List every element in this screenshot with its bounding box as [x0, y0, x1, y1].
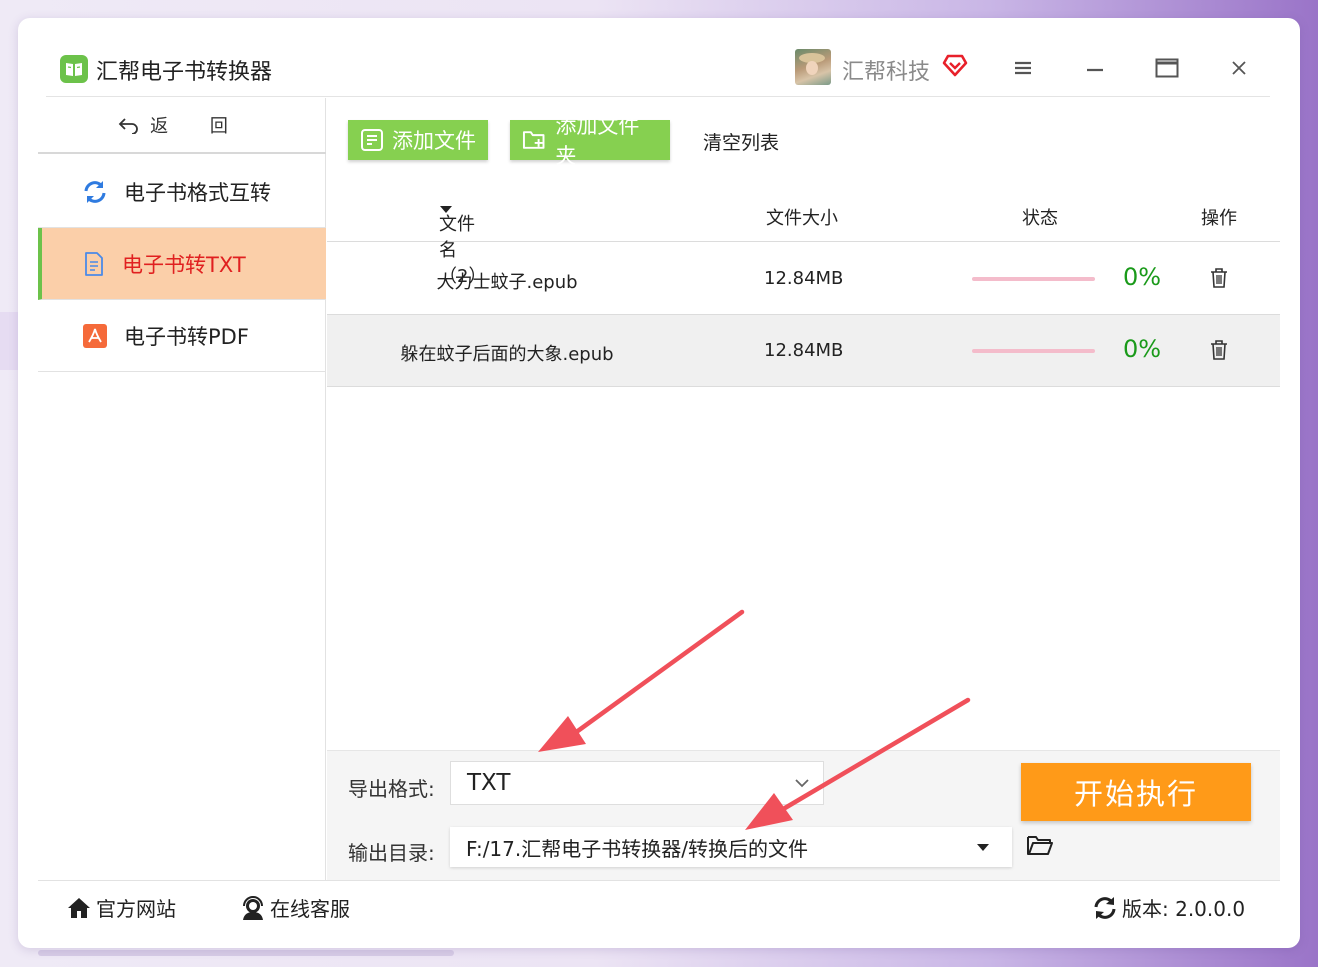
folder-open-icon [1027, 836, 1053, 855]
back-button[interactable]: 返 回 [38, 98, 326, 154]
vip-diamond-icon[interactable] [942, 52, 968, 82]
file-size: 12.84MB [764, 268, 844, 289]
table-row[interactable]: 躲在蚊子后面的大象.epub 12.84MB 0% [327, 315, 1280, 387]
version-label: 版本: 2.0.0.0 [1122, 897, 1246, 921]
website-label: 官方网站 [96, 897, 176, 921]
file-name: 大力士蚊子.epub [436, 272, 578, 293]
column-filename[interactable]: 文件名（2） [439, 204, 486, 287]
sidebar-item-label: 电子书转TXT [122, 252, 246, 277]
file-table-header: 文件名（2） 文件大小 状态 操作 [327, 198, 1280, 287]
trash-icon [1211, 268, 1227, 288]
column-status: 状态 [1022, 208, 1058, 229]
sidebar: 返 回 电子书格式互转 电子书转TXT 电子书转PDF [38, 98, 326, 880]
company-name[interactable]: 汇帮科技 [842, 54, 930, 86]
file-name: 躲在蚊子后面的大象.epub [400, 344, 614, 365]
progress-bar [972, 349, 1095, 353]
clear-list-button[interactable]: 清空列表 [703, 128, 779, 155]
official-website-link[interactable]: 官方网站 [66, 893, 176, 922]
app-window: 汇帮电子书转换器 汇帮科技 返 回 电子书格式互转 电子书转TXT 电子书转PD… [18, 18, 1300, 948]
sidebar-item-format-convert[interactable]: 电子书格式互转 [38, 156, 326, 228]
sidebar-item-to-txt[interactable]: 电子书转TXT [38, 228, 326, 300]
sidebar-item-to-pdf[interactable]: 电子书转PDF [38, 300, 326, 372]
app-title: 汇帮电子书转换器 [96, 60, 273, 85]
export-settings-panel: 导出格式: TXT 输出目录: F:/17.汇帮电子书转换器/转换后的文件 开始… [327, 750, 1280, 880]
home-icon [68, 897, 90, 918]
progress-percent: 0% [1123, 335, 1162, 363]
output-dir-value: F:/17.汇帮电子书转换器/转换后的文件 [466, 836, 808, 861]
refresh-icon [84, 180, 106, 203]
sidebar-item-label: 电子书格式互转 [124, 180, 271, 205]
user-avatar[interactable] [795, 49, 831, 85]
minimize-icon [1087, 68, 1103, 72]
title-divider [46, 96, 1270, 97]
back-arrow-icon [118, 118, 138, 134]
add-file-button[interactable]: 添加文件 [348, 120, 488, 160]
close-icon [1232, 61, 1246, 75]
start-button[interactable]: 开始执行 [1021, 763, 1251, 821]
headset-icon [243, 895, 263, 920]
maximize-button[interactable] [1152, 54, 1182, 82]
file-size: 12.84MB [764, 340, 844, 361]
refresh-icon [1094, 896, 1116, 919]
hamburger-icon [1015, 61, 1031, 75]
back-label: 返 回 [150, 116, 246, 137]
export-format-value: TXT [467, 770, 511, 796]
dropdown-caret-icon [977, 844, 989, 851]
main-panel: 添加文件 添加文件夹 清空列表 文件名（2） 文件大小 状态 操作 大力士蚊子.… [327, 98, 1280, 880]
table-row[interactable]: 大力士蚊子.epub 12.84MB 0% [327, 243, 1280, 315]
document-icon [85, 251, 103, 276]
app-logo-icon [60, 55, 88, 83]
chevron-down-icon [795, 779, 809, 788]
add-folder-label: 添加文件夹 [555, 114, 640, 168]
footer: 官方网站 在线客服 版本: 2.0.0.0 [38, 880, 1280, 930]
menu-button[interactable] [1008, 54, 1038, 82]
maximize-icon [1155, 58, 1179, 78]
add-file-icon [361, 129, 383, 151]
output-dir-select[interactable]: F:/17.汇帮电子书转换器/转换后的文件 [450, 827, 1012, 867]
sidebar-item-label: 电子书转PDF [124, 324, 249, 349]
delete-button[interactable] [1209, 339, 1229, 366]
export-format-label: 导出格式: [348, 777, 435, 801]
export-format-select[interactable]: TXT [450, 761, 824, 805]
close-button[interactable] [1224, 54, 1254, 82]
add-folder-icon [522, 131, 545, 149]
output-dir-label: 输出目录: [348, 841, 435, 865]
title-bar: 汇帮电子书转换器 汇帮科技 [18, 18, 1300, 98]
add-folder-button[interactable]: 添加文件夹 [510, 114, 670, 168]
pdf-icon [83, 323, 107, 348]
online-support-link[interactable]: 在线客服 [240, 893, 350, 922]
background-strip [38, 950, 454, 956]
version-info[interactable]: 版本: 2.0.0.0 [1092, 893, 1245, 922]
add-file-label: 添加文件 [392, 129, 476, 153]
progress-percent: 0% [1123, 263, 1162, 291]
column-action: 操作 [1201, 208, 1237, 229]
progress-bar [972, 277, 1095, 281]
trash-icon [1211, 340, 1227, 360]
column-size: 文件大小 [766, 208, 838, 229]
delete-button[interactable] [1209, 267, 1229, 294]
minimize-button[interactable] [1080, 54, 1110, 82]
support-label: 在线客服 [270, 897, 350, 921]
open-folder-button[interactable] [1026, 833, 1054, 861]
